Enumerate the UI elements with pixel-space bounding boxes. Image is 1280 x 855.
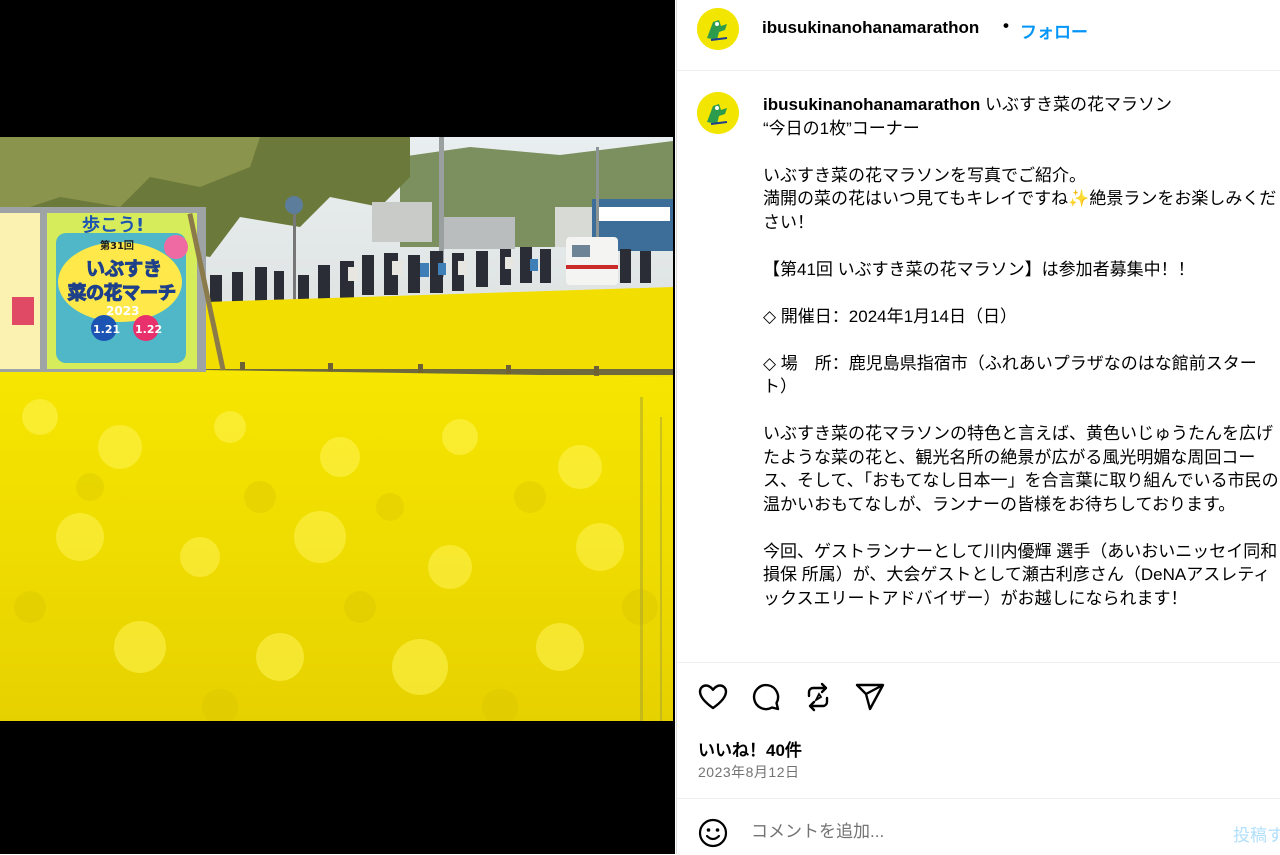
caption-avatar[interactable] bbox=[697, 92, 739, 134]
post-date[interactable]: 2023年8月12日 bbox=[698, 762, 800, 782]
sign-badge: 第31回 bbox=[100, 239, 134, 252]
post-comment-button[interactable]: 投稿する bbox=[1233, 821, 1280, 846]
like-count[interactable]: いいね！40件 bbox=[698, 736, 802, 761]
sign-date2: 1.22 bbox=[135, 323, 162, 336]
caption-line: “今日の1枚”コーナー bbox=[763, 118, 920, 138]
repost-icon[interactable] bbox=[802, 681, 834, 713]
sign-top-text: 歩こう! bbox=[82, 215, 144, 236]
caption-area: ibusukinanohanamarathon いぶすき菜の花マラソン “今日の… bbox=[677, 71, 1280, 661]
sign-date1: 1.21 bbox=[93, 323, 120, 336]
caption-title: いぶすき菜の花マラソン bbox=[980, 95, 1172, 114]
rapeseed-field-photo: 歩こう! 第31回 いぶすき 菜の花マーチ 2023 1.21 1.22 bbox=[0, 137, 673, 721]
caption-line: いぶすき菜の花マラソンを写真でご紹介。 bbox=[763, 165, 1086, 185]
comment-bar: 投稿する bbox=[677, 798, 1280, 855]
caption-username[interactable]: ibusukinanohanamarathon bbox=[763, 95, 980, 114]
runner-mascot-icon bbox=[697, 92, 739, 134]
caption-line bbox=[763, 234, 1280, 258]
caption-line: ◇ 場 所：鹿児島県指宿市（ふれあいプラザなのはな館前スタート） bbox=[763, 353, 1257, 397]
header-separator: • bbox=[1003, 16, 1009, 35]
runner-mascot-icon bbox=[697, 8, 739, 50]
share-icon[interactable] bbox=[854, 681, 886, 713]
caption-line: ◇ 開催日：2024年1月14日（日） bbox=[763, 306, 1017, 326]
post-sidebar: ibusukinanohanamarathon • フォロー ibusukina… bbox=[676, 0, 1280, 854]
heart-icon[interactable] bbox=[697, 681, 729, 713]
emoji-icon[interactable] bbox=[697, 817, 729, 849]
sign-year: 2023 bbox=[106, 304, 139, 318]
caption-line bbox=[763, 516, 1280, 540]
sign-title-line1: いぶすき bbox=[86, 258, 162, 280]
caption-line: 【第41回 いぶすき菜の花マラソン】は参加者募集中！！ bbox=[763, 259, 1195, 279]
sign-title-line2: 菜の花マーチ bbox=[67, 282, 176, 304]
comment-input[interactable] bbox=[749, 814, 1223, 850]
post-header: ibusukinanohanamarathon • フォロー bbox=[677, 0, 1280, 71]
caption-line bbox=[763, 399, 1280, 423]
action-bar: いいね！40件 2023年8月12日 bbox=[677, 662, 1280, 799]
post-photo: 歩こう! 第31回 いぶすき 菜の花マーチ 2023 1.21 1.22 bbox=[0, 137, 673, 721]
caption-line: いぶすき菜の花マラソンの特色と言えば、黄色いじゅうたんを広げたような菜の花と、観… bbox=[763, 424, 1279, 514]
caption-line: 満開の菜の花はいつ見てもキレイですね✨絶景ランをお楽しみください！ bbox=[763, 189, 1277, 232]
caption-first-line: ibusukinanohanamarathon いぶすき菜の花マラソン bbox=[763, 93, 1280, 117]
media-pane: 歩こう! 第31回 いぶすき 菜の花マーチ 2023 1.21 1.22 bbox=[0, 0, 675, 854]
header-username[interactable]: ibusukinanohanamarathon bbox=[762, 18, 979, 38]
caption-line bbox=[763, 328, 1280, 352]
caption-text: ibusukinanohanamarathon いぶすき菜の花マラソン “今日の… bbox=[763, 93, 1280, 610]
avatar[interactable] bbox=[697, 8, 739, 50]
follow-button[interactable]: フォロー bbox=[1020, 18, 1088, 43]
caption-line bbox=[763, 281, 1280, 305]
comment-icon[interactable] bbox=[750, 681, 782, 713]
caption-line bbox=[763, 140, 1280, 164]
caption-line: 今回、ゲストランナーとして川内優輝 選手（あいおいニッセイ同和損保 所属）が、大… bbox=[763, 541, 1278, 608]
